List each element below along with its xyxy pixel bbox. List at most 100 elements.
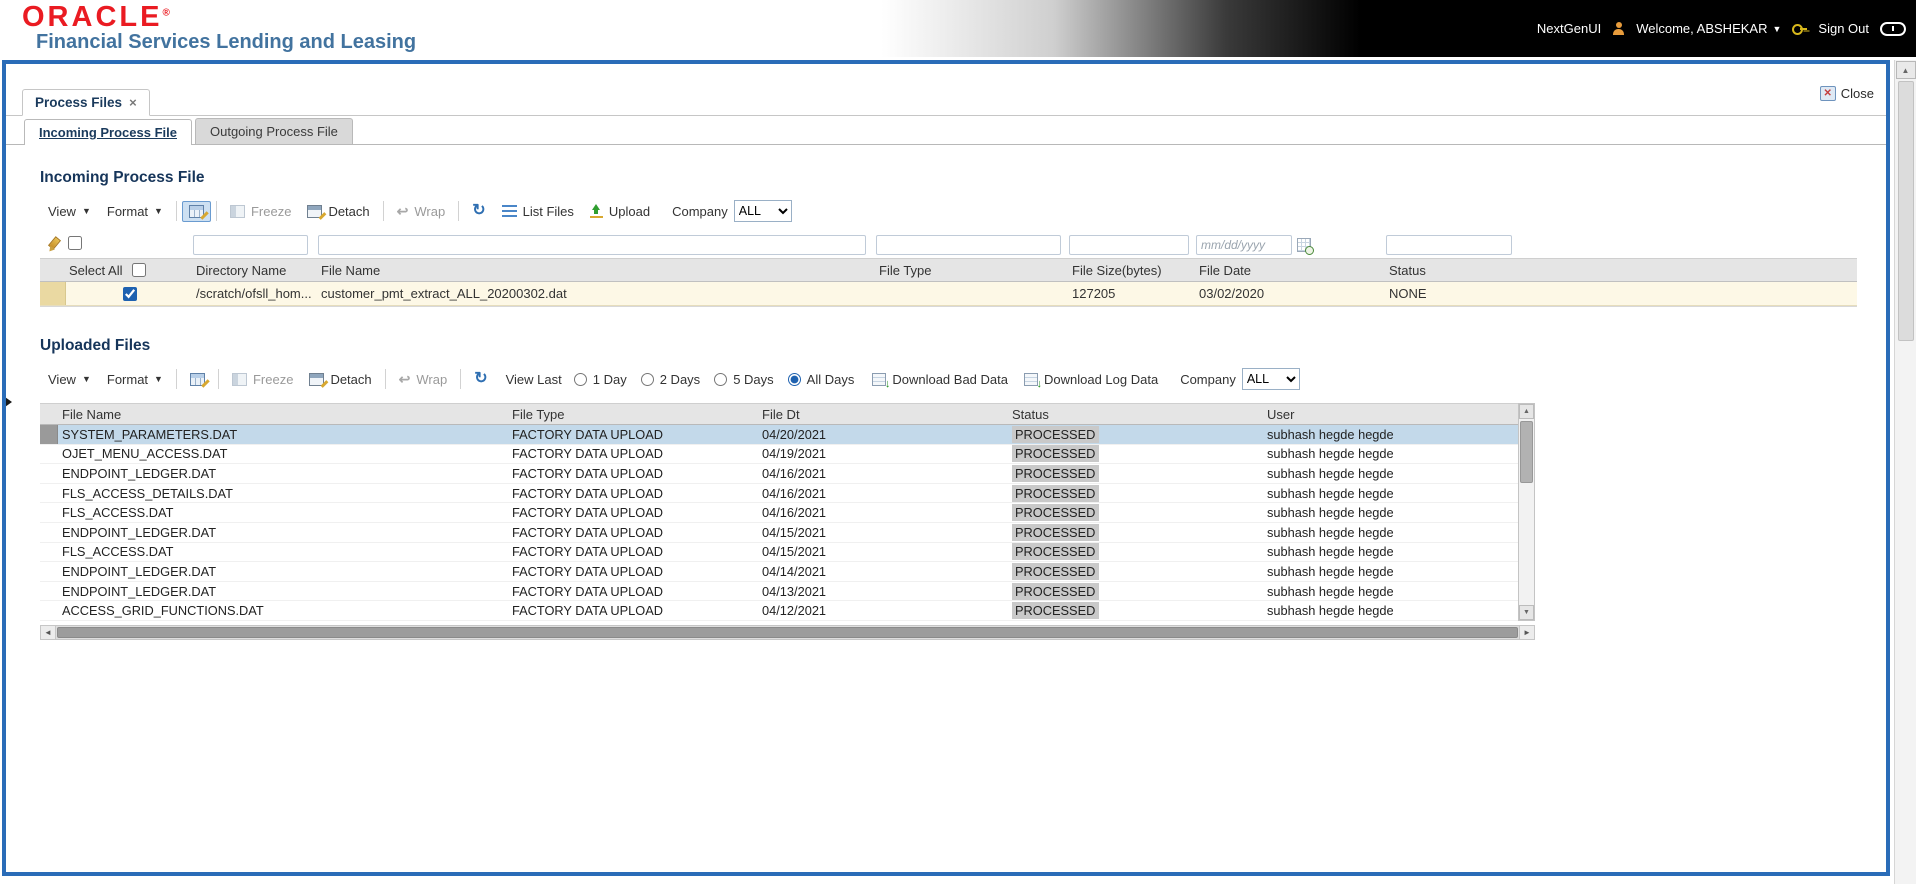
cell-file-type: FACTORY DATA UPLOAD	[512, 465, 663, 481]
cell-file-name: customer_pmt_extract_ALL_20200302.dat	[321, 286, 567, 301]
filter-file-type-input[interactable]	[876, 234, 1061, 255]
detach-icon	[307, 204, 323, 218]
nextgenui-link[interactable]: NextGenUI	[1537, 21, 1601, 36]
power-icon[interactable]	[1880, 21, 1906, 36]
status-badge: PROCESSED	[1012, 425, 1100, 443]
view-menu-label: View	[48, 203, 76, 219]
view-menu-label: View	[48, 371, 76, 387]
wrap-button[interactable]: ↩ Wrap	[389, 200, 454, 223]
detach-button[interactable]: Detach	[299, 201, 377, 222]
table-row[interactable]: FLS_ACCESS_DETAILS.DAT FACTORY DATA UPLOA…	[40, 483, 1518, 504]
format-menu[interactable]: Format ▼	[99, 369, 171, 390]
status-badge: PROCESSED	[1012, 445, 1100, 463]
refresh-icon: ↻	[472, 202, 486, 219]
cell-file-name: ENDPOINT_LEDGER.DAT	[62, 563, 217, 579]
toolbar-separator	[215, 201, 217, 221]
query-by-example-button[interactable]	[182, 370, 213, 389]
page-scrollbar-thumb[interactable]	[1897, 81, 1914, 341]
table-row[interactable]: ENDPOINT_LEDGER.DAT FACTORY DATA UPLOAD 04…	[40, 581, 1518, 602]
cell-file-dt: 04/13/2021	[762, 583, 827, 599]
refresh-button[interactable]: ↻	[464, 200, 493, 222]
filter-file-name-input[interactable]	[318, 234, 866, 255]
row-selector[interactable]	[40, 282, 66, 305]
tab-close-icon[interactable]: ×	[129, 95, 137, 110]
chevron-down-icon: ▼	[1772, 23, 1782, 34]
horizontal-scrollbar[interactable]: ◄ ►	[40, 624, 1535, 640]
download-bad-data-button[interactable]: Download Bad Data	[864, 369, 1016, 390]
download-log-data-button[interactable]: Download Log Data	[1016, 369, 1166, 390]
uploaded-section-title: Uploaded Files	[40, 337, 151, 354]
upload-button[interactable]: Upload	[582, 201, 658, 222]
process-files-window-tab[interactable]: Process Files ×	[22, 89, 150, 116]
scrollbar-thumb[interactable]	[1520, 421, 1533, 483]
close-button[interactable]: ✕ Close	[1819, 86, 1874, 101]
format-menu[interactable]: Format ▼	[99, 201, 171, 222]
cell-file-type: FACTORY DATA UPLOAD	[512, 544, 663, 560]
scroll-down-icon[interactable]: ▼	[1519, 604, 1534, 620]
radio-2-days-label: 2 Days	[659, 371, 701, 387]
scroll-left-icon[interactable]: ◄	[41, 625, 56, 639]
company-select[interactable]: ALL	[733, 200, 792, 222]
freeze-button[interactable]: Freeze	[222, 201, 299, 222]
freeze-icon	[229, 204, 245, 218]
table-row[interactable]: OJET_MENU_ACCESS.DAT FACTORY DATA UPLOAD 0…	[40, 444, 1518, 465]
list-files-button[interactable]: List Files	[494, 201, 582, 222]
cell-user: subhash hegde hegde	[1267, 485, 1394, 501]
welcome-user-menu[interactable]: Welcome, ABSHEKAR ▼	[1636, 21, 1781, 36]
radio-5-days-input[interactable]	[714, 372, 728, 386]
app-title: Financial Services Lending and Leasing	[36, 31, 417, 53]
list-files-icon	[501, 205, 517, 217]
scroll-up-icon[interactable]: ▲	[1519, 404, 1534, 419]
table-row[interactable]: SYSTEM_PARAMETERS.DAT FACTORY DATA UPLOAD…	[40, 425, 1518, 445]
splitter-arrow-icon[interactable]	[6, 397, 12, 407]
wrap-button[interactable]: ↩ Wrap	[391, 368, 456, 391]
row-select-checkbox[interactable]	[122, 286, 137, 301]
header-user-area: NextGenUI Welcome, ABSHEKAR ▼ Sign Out	[1537, 0, 1906, 57]
filter-file-date-input[interactable]	[1196, 234, 1292, 255]
radio-all-days-input[interactable]	[787, 372, 801, 386]
filter-status-input[interactable]	[1386, 234, 1512, 255]
table-row[interactable]: FLS_ACCESS.DAT FACTORY DATA UPLOAD 04/16/2…	[40, 503, 1518, 523]
page-scrollbar[interactable]: ▲	[1894, 60, 1916, 884]
scroll-up-icon[interactable]: ▲	[1895, 61, 1916, 79]
wrap-icon: ↩	[396, 202, 409, 219]
query-by-example-button[interactable]	[181, 200, 211, 222]
cell-file-dt: 04/20/2021	[762, 426, 827, 442]
cell-file-type: FACTORY DATA UPLOAD	[512, 603, 663, 619]
table-row[interactable]: ACCESS_GRID_FUNCTIONS.DAT FACTORY DATA UP…	[40, 601, 1518, 621]
refresh-button[interactable]: ↻	[466, 368, 495, 390]
table-row[interactable]: FLS_ACCESS.DAT FACTORY DATA UPLOAD 04/15/2…	[40, 542, 1518, 563]
calendar-icon[interactable]	[1297, 237, 1314, 255]
tab-outgoing-process-file[interactable]: Outgoing Process File	[195, 118, 353, 144]
radio-all-days[interactable]: All Days	[787, 372, 854, 387]
status-badge: PROCESSED	[1012, 543, 1100, 561]
column-user: User	[1267, 406, 1295, 422]
detach-button[interactable]: Detach	[301, 369, 379, 390]
company-select[interactable]: ALL	[1241, 368, 1300, 390]
tab-incoming-process-file[interactable]: Incoming Process File	[24, 119, 192, 145]
scroll-right-icon[interactable]: ►	[1519, 625, 1534, 639]
edit-pencil-icon[interactable]	[47, 237, 60, 252]
table-row[interactable]: ENDPOINT_LEDGER.DAT FACTORY DATA UPLOAD 04…	[40, 562, 1518, 582]
select-all-checkbox[interactable]	[132, 263, 147, 277]
sign-out-link[interactable]: Sign Out	[1818, 21, 1869, 36]
radio-1-day-input[interactable]	[573, 372, 587, 386]
view-menu[interactable]: View ▼	[40, 201, 99, 222]
radio-2-days[interactable]: 2 Days	[640, 371, 701, 387]
filter-select-checkbox[interactable]	[68, 236, 82, 250]
view-menu[interactable]: View ▼	[40, 369, 99, 390]
radio-2-days-input[interactable]	[640, 372, 654, 386]
radio-5-days[interactable]: 5 Days	[714, 372, 774, 387]
freeze-button[interactable]: Freeze	[224, 369, 301, 390]
radio-1-day[interactable]: 1 Day	[573, 372, 627, 387]
download-bad-data-icon	[872, 372, 890, 390]
format-menu-label: Format	[106, 203, 149, 219]
row-selector	[40, 464, 58, 483]
table-row[interactable]: ENDPOINT_LEDGER.DAT FACTORY DATA UPLOAD 04…	[40, 522, 1518, 543]
table-row[interactable]: ENDPOINT_LEDGER.DAT FACTORY DATA UPLOAD 04…	[40, 464, 1518, 484]
scrollbar-thumb[interactable]	[57, 626, 1518, 638]
filter-directory-input[interactable]	[193, 234, 308, 255]
table-row[interactable]: /scratch/ofsll_hom... customer_pmt_extra…	[40, 282, 1857, 306]
uploaded-table-scrollbar[interactable]: ▲ ▼	[1518, 403, 1535, 621]
filter-file-size-input[interactable]	[1069, 234, 1189, 255]
